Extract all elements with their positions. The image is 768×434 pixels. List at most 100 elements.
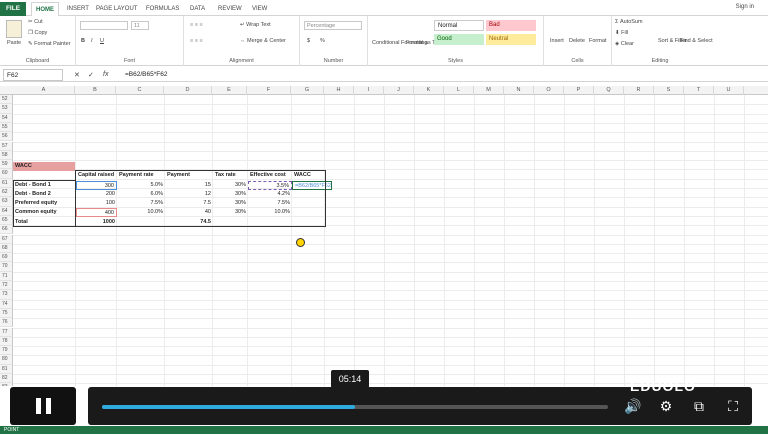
column-header-o[interactable]: O — [534, 86, 564, 95]
column-header-f[interactable]: F — [247, 86, 291, 95]
column-header-u[interactable]: U — [714, 86, 744, 95]
underline-button[interactable]: U — [100, 38, 104, 44]
column-header-a[interactable]: A — [13, 86, 75, 95]
column-header-b[interactable]: B — [75, 86, 116, 95]
column-header-t[interactable]: T — [684, 86, 714, 95]
settings-icon[interactable]: ⚙ — [655, 396, 677, 416]
percent-button[interactable]: % — [320, 38, 325, 44]
row-header-78[interactable]: 78 — [0, 336, 13, 347]
tab-page-layout[interactable]: PAGE LAYOUT — [96, 2, 137, 16]
picture-in-picture-icon[interactable]: ⧉ — [688, 396, 710, 416]
delete-button[interactable]: Delete — [569, 38, 585, 44]
enter-icon[interactable]: ✓ — [88, 71, 94, 79]
row-header-61[interactable]: 61 — [0, 178, 13, 188]
row-header-62[interactable]: 62 — [0, 188, 13, 198]
row-header-71[interactable]: 71 — [0, 271, 13, 281]
column-header-d[interactable]: D — [164, 86, 212, 95]
column-header-k[interactable]: K — [414, 86, 444, 95]
spreadsheet-grid[interactable]: ABCDEFGHIJKLMNOPQRSTU 52 53 54 55 56 57 58 59 60… — [0, 86, 768, 386]
row-header-81[interactable]: 81 — [0, 364, 13, 374]
row-header-54[interactable]: 54 — [0, 113, 13, 123]
fill-button[interactable]: ⬇ Fill — [615, 30, 628, 36]
column-header-h[interactable]: H — [324, 86, 354, 95]
wacc-title-cell[interactable]: WACC — [13, 161, 75, 171]
column-header-g[interactable]: G — [291, 86, 324, 95]
volume-icon[interactable]: 🔊 — [622, 396, 644, 416]
copy-button[interactable]: ❐ Copy — [28, 30, 47, 36]
progress-track[interactable] — [102, 405, 608, 409]
row-header-76[interactable]: 76 — [0, 318, 13, 328]
insert-button[interactable]: Insert — [550, 38, 564, 44]
sign-in-link[interactable]: Sign in — [736, 4, 754, 10]
tab-home[interactable]: HOME — [31, 2, 59, 16]
cut-button[interactable]: ✂ Cut — [28, 19, 43, 25]
italic-button[interactable]: I — [91, 38, 93, 44]
number-format-dropdown[interactable]: Percentage — [304, 21, 362, 30]
row-header-79[interactable]: 79 — [0, 346, 13, 356]
merge-center-button[interactable]: ⇔ Merge & Center — [240, 38, 286, 44]
row-header-80[interactable]: 80 — [0, 355, 13, 365]
row-header-55[interactable]: 55 — [0, 122, 13, 133]
clear-button[interactable]: ◈ Clear — [615, 41, 634, 47]
tab-formulas[interactable]: FORMULAS — [146, 2, 179, 16]
tab-review[interactable]: REVIEW — [218, 2, 242, 16]
row-header-63[interactable]: 63 — [0, 197, 13, 207]
row-header-74[interactable]: 74 — [0, 299, 13, 309]
row-header-58[interactable]: 58 — [0, 150, 13, 161]
column-header-e[interactable]: E — [212, 86, 247, 95]
cancel-icon[interactable]: ✕ — [74, 71, 80, 79]
currency-button[interactable]: $ — [307, 38, 310, 44]
column-header-i[interactable]: I — [354, 86, 384, 95]
row-header-66[interactable]: 66 — [0, 225, 13, 235]
row-header-56[interactable]: 56 — [0, 132, 13, 142]
column-header-n[interactable]: N — [504, 86, 534, 95]
column-header-r[interactable]: R — [624, 86, 654, 95]
row-header-59[interactable]: 59 — [0, 160, 13, 170]
find-select-button[interactable]: Find & Select — [680, 38, 713, 44]
style-neutral[interactable]: Neutral — [486, 34, 536, 45]
column-header-l[interactable]: L — [444, 86, 474, 95]
row-header-60[interactable]: 60 — [0, 169, 13, 179]
style-bad[interactable]: Bad — [486, 20, 536, 31]
formula-input[interactable]: =B62/B65*F62 — [125, 71, 167, 78]
row-header-70[interactable]: 70 — [0, 262, 13, 272]
tab-data[interactable]: DATA — [190, 2, 205, 16]
align-icons[interactable]: ≡ ≡ ≡ — [190, 22, 203, 28]
format-painter-button[interactable]: ✎ Format Painter — [28, 41, 71, 47]
font-size-dropdown[interactable]: 11 — [131, 21, 149, 30]
row-header-68[interactable]: 68 — [0, 243, 13, 254]
tab-insert[interactable]: INSERT — [67, 2, 89, 16]
align-horizontal-icons[interactable]: ≡ ≡ ≡ — [190, 38, 203, 44]
fullscreen-icon[interactable]: ⛶ — [722, 396, 744, 416]
bold-button[interactable]: B — [81, 38, 85, 44]
row-header-69[interactable]: 69 — [0, 253, 13, 263]
row-header-52[interactable]: 52 — [0, 95, 13, 105]
font-name-dropdown[interactable] — [80, 21, 128, 30]
autosum-button[interactable]: Σ AutoSum — [615, 19, 643, 25]
row-header-53[interactable]: 53 — [0, 104, 13, 114]
column-header-c[interactable]: C — [116, 86, 164, 95]
row-header-77[interactable]: 77 — [0, 327, 13, 337]
tab-view[interactable]: VIEW — [252, 2, 267, 16]
row-header-73[interactable]: 73 — [0, 290, 13, 300]
column-header-s[interactable]: S — [654, 86, 684, 95]
row-header-64[interactable]: 64 — [0, 206, 13, 216]
column-header-j[interactable]: J — [384, 86, 414, 95]
tab-file[interactable]: FILE — [0, 2, 26, 16]
row-header-57[interactable]: 57 — [0, 141, 13, 151]
row-header-67[interactable]: 67 — [0, 234, 13, 244]
name-box[interactable]: F62 — [3, 69, 63, 81]
format-button[interactable]: Format — [589, 38, 606, 44]
wrap-text-button[interactable]: ↵ Wrap Text — [240, 22, 271, 28]
paste-icon[interactable] — [6, 20, 22, 38]
function-icon[interactable]: fx — [103, 71, 108, 78]
row-header-75[interactable]: 75 — [0, 308, 13, 319]
column-header-m[interactable]: M — [474, 86, 504, 95]
row-header-72[interactable]: 72 — [0, 281, 13, 291]
paste-button[interactable]: Paste — [7, 40, 21, 46]
row-header-65[interactable]: 65 — [0, 215, 13, 226]
pause-button[interactable] — [10, 387, 76, 425]
row-header-82[interactable]: 82 — [0, 374, 13, 384]
style-normal[interactable]: Normal — [434, 20, 484, 31]
style-good[interactable]: Good — [434, 34, 484, 45]
